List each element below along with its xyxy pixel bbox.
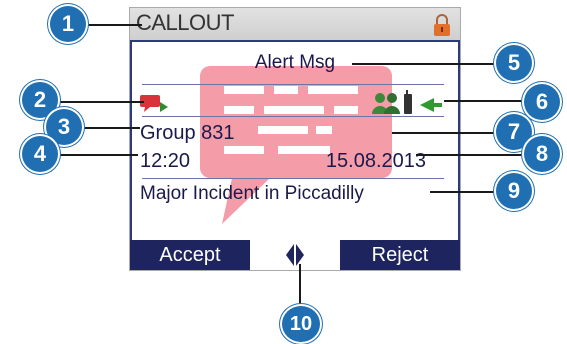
callout-marker: 4 [22,136,58,172]
callout-marker: 9 [496,173,532,209]
device-screen: CALLOUT Alert Msg Group 831 12:20 15.08.… [130,8,460,270]
lock-icon [434,14,450,36]
time-label: 12:20 [140,150,191,172]
date-label: 15.08.2013 [325,150,426,172]
leader-line [392,132,498,134]
divider [142,178,444,179]
leader-line [430,191,498,193]
accept-softkey[interactable]: Accept [130,240,250,270]
callout-marker: 6 [524,84,560,120]
callout-marker: 5 [496,45,532,81]
reject-softkey[interactable]: Reject [340,240,460,270]
message-text: Major Incident in Piccadilly [140,183,364,204]
leader-line [416,154,524,156]
navigation-key[interactable] [250,240,340,270]
alert-card: Alert Msg Group 831 12:20 15.08.2013 Maj… [130,40,460,244]
softkey-bar: Accept Reject [130,240,460,270]
leader-line [58,101,144,103]
left-right-arrow-icon [286,244,304,266]
screen-title: CALLOUT [136,10,234,35]
leader-line [86,24,142,26]
leader-line [352,63,498,65]
leader-line [82,127,140,129]
leader-line [58,154,138,156]
users-phone-forward-icon [372,90,442,114]
alert-status-icon [140,95,168,112]
callout-marker: 10 [282,306,320,342]
group-label: Group 831 [140,122,235,144]
divider [142,116,444,117]
title-bar: CALLOUT [130,8,460,40]
callout-marker: 8 [524,136,560,172]
callout-marker: 1 [50,6,86,42]
divider [142,84,444,85]
